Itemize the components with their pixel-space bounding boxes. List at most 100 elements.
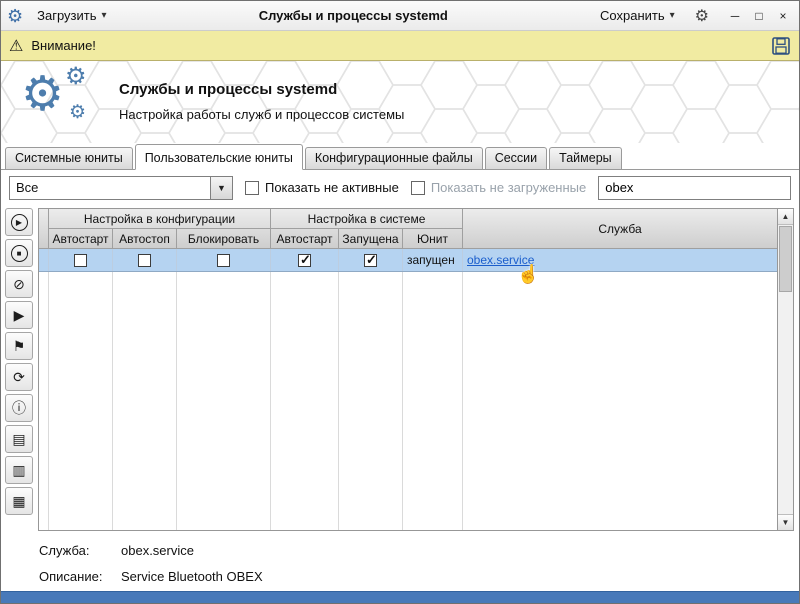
play-circle-icon: ▶ [11,214,28,231]
chevron-down-icon: ▾ [670,10,675,21]
stop-unit-button[interactable]: ■ [5,239,33,267]
row-gutter-cell [39,249,49,271]
unit-file-button[interactable]: ▥ [5,456,33,484]
forbid-unit-button[interactable]: ⊘ [5,270,33,298]
header-corner [39,209,49,249]
autostop-cell [113,249,177,271]
start-unit-button[interactable]: ▶ [5,208,33,236]
tab-config-files[interactable]: Конфигурационные файлы [305,147,483,169]
show-inactive-checkbox[interactable]: Показать не активные [245,180,399,195]
page-title: Службы и процессы systemd [119,81,337,98]
search-input[interactable] [598,176,791,200]
autostart-sys-checkbox[interactable] [298,254,311,267]
gear-icon: ⚙ [65,65,87,89]
app-gear-icon: ⚙ [7,7,23,25]
table-empty-area [39,272,777,530]
arrow-down-icon: ▼ [782,518,790,527]
floppy-icon [771,36,791,56]
save-menu-button[interactable]: Сохранить ▾ [592,4,683,27]
autostop-checkbox[interactable] [138,254,151,267]
block-checkbox[interactable] [217,254,230,267]
service-cell: obex.service [463,249,777,271]
units-table: Настройка в конфигурации Настройка в сис… [38,208,778,531]
service-label: Служба: [39,543,121,558]
show-unloaded-label: Показать не загруженные [431,180,586,195]
header-autostart-sys: Автостарт [271,229,339,249]
titlebar: ⚙ Загрузить ▾ Службы и процессы systemd … [1,1,799,31]
header-running: Запущена [339,229,403,249]
header-block: Блокировать [177,229,271,249]
close-button[interactable]: × [773,6,793,26]
show-inactive-label: Показать не активные [265,180,399,195]
window-title: Службы и процессы systemd [121,8,586,23]
scroll-up-button[interactable]: ▲ [778,209,793,225]
gear-icon: ⚙ [21,71,64,119]
description-value: Service Bluetooth OBEX [121,569,791,584]
details-panel: Служба: obex.service Описание: Service B… [1,533,799,591]
header-service: Служба [463,209,777,249]
unit-toolbar: ▶ ■ ⊘ ▶ ⚑ ⟳ ⓘ ▤ ▥ ▦ [5,208,38,531]
chevron-down-icon: ▼ [217,183,226,193]
header-group-config: Настройка в конфигурации [49,209,271,229]
autostart-cfg-checkbox[interactable] [74,254,87,267]
filter-combobox-value: Все [10,177,210,199]
scrollbar-track[interactable] [778,293,793,514]
tab-system-units[interactable]: Системные юниты [5,147,133,169]
warning-bar: ⚠ Внимание! [1,31,799,61]
warning-icon: ⚠ [9,36,23,56]
load-menu-button[interactable]: Загрузить ▾ [29,4,114,27]
maximize-button[interactable]: □ [749,6,769,26]
gear-icon: ⚙ [69,103,86,122]
table-row-selected[interactable]: запущен obex.service [39,249,777,272]
checkbox-box [411,181,425,195]
document-code-icon: ▥ [12,462,25,479]
tab-sessions[interactable]: Сессии [485,147,547,169]
unit-log-button[interactable]: ▤ [5,425,33,453]
header-unit: Юнит [403,229,463,249]
header-autostart-cfg: Автостарт [49,229,113,249]
running-cell [339,249,403,271]
minimize-button[interactable]: ─ [725,6,745,26]
autostart-sys-cell [271,249,339,271]
target-state-button[interactable]: ⚑ [5,332,33,360]
autostart-cfg-cell [49,249,113,271]
scrollbar-thumb[interactable] [779,226,792,292]
app-window: ⚙ Загрузить ▾ Службы и процессы systemd … [0,0,800,604]
tab-user-units[interactable]: Пользовательские юниты [135,144,303,170]
filter-bar: Все ▼ Показать не активные Показать не з… [1,170,799,205]
vertical-scrollbar[interactable]: ▲ ▼ [778,208,794,531]
checkbox-box [245,181,259,195]
table-header: Настройка в конфигурации Настройка в сис… [39,209,777,249]
unit-state-cell: запущен [403,249,463,271]
app-logo: ⚙ ⚙ ⚙ [21,67,117,139]
service-value: obex.service [121,543,791,558]
arrow-up-icon: ▲ [782,212,790,221]
filter-combobox[interactable]: Все ▼ [9,176,233,200]
run-unit-button[interactable]: ▶ [5,301,33,329]
show-unloaded-checkbox[interactable]: Показать не загруженные [411,180,586,195]
warning-text: Внимание! [31,38,96,53]
main-area: ▶ ■ ⊘ ▶ ⚑ ⟳ ⓘ ▤ ▥ ▦ Настройка в конфигур… [1,205,799,533]
forbid-icon: ⊘ [13,276,25,293]
combobox-arrow-button[interactable]: ▼ [210,177,232,199]
list-icon: ▦ [12,493,25,510]
unit-list-button[interactable]: ▦ [5,487,33,515]
document-icon: ▤ [12,431,25,448]
description-label: Описание: [39,569,121,584]
chevron-down-icon: ▾ [102,10,107,21]
running-checkbox[interactable] [364,254,377,267]
info-button[interactable]: ⓘ [5,394,33,422]
save-menu-label: Сохранить [600,8,665,23]
page-subtitle: Настройка работы служб и процессов систе… [119,107,404,122]
stop-circle-icon: ■ [11,245,28,262]
header-group-system: Настройка в системе [271,209,463,229]
tab-bar: Системные юниты Пользовательские юниты К… [1,143,799,170]
save-file-button[interactable] [771,36,791,56]
scroll-down-button[interactable]: ▼ [778,514,793,530]
flag-icon: ⚑ [13,338,26,355]
tab-timers[interactable]: Таймеры [549,147,622,169]
refresh-button[interactable]: ⟳ [5,363,33,391]
hand-cursor: ☝ [517,264,539,285]
settings-gear-button[interactable]: ⚙ [689,4,715,28]
gear-icon: ⚙ [695,8,709,25]
